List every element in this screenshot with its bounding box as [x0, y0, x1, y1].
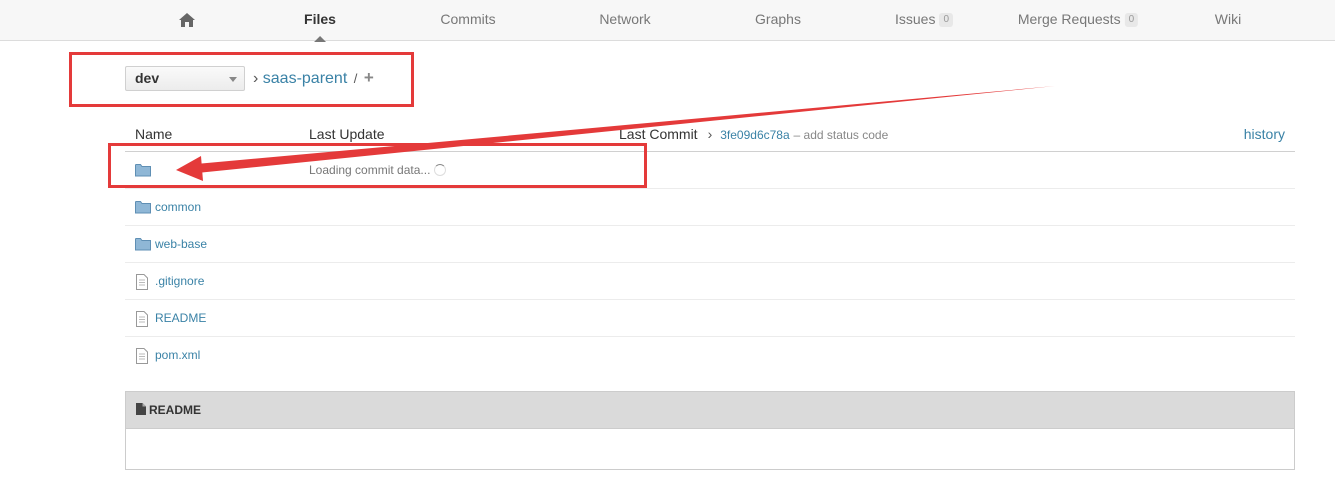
annotation-arrowhead: [176, 156, 203, 181]
annotation-arrow: [176, 86, 1055, 181]
annotation-arrow-shaft: [196, 86, 1055, 173]
